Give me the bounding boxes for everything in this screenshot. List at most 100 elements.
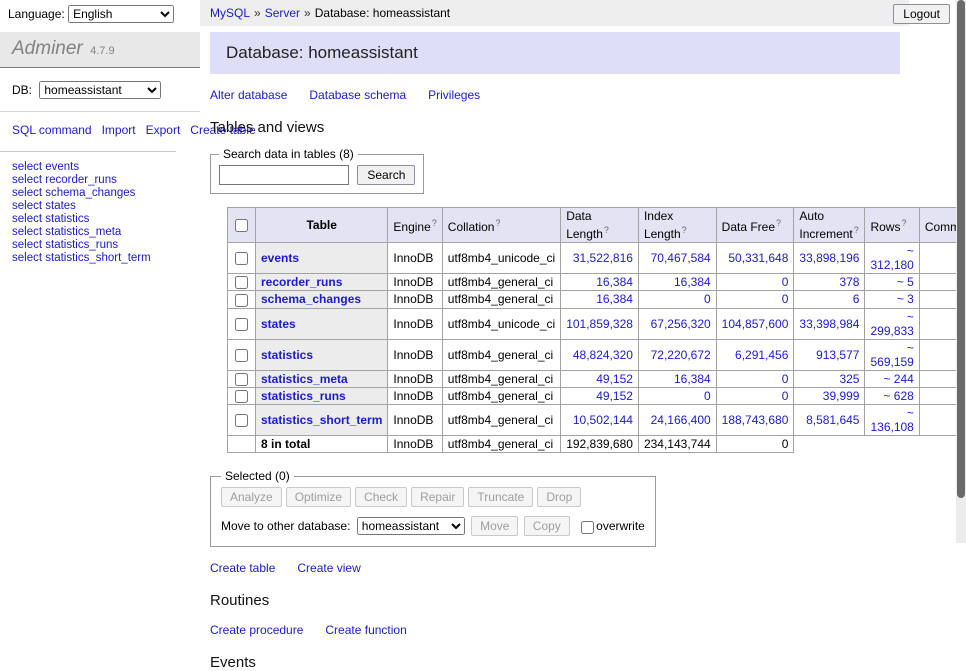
table-structure-link-statistics_meta[interactable]: statistics_meta: [261, 372, 348, 386]
select-all-checkbox[interactable]: [235, 219, 248, 232]
select-link-states[interactable]: select: [12, 200, 42, 212]
overwrite-checkbox[interactable]: [581, 521, 594, 534]
rows-link[interactable]: ~ 299,833: [870, 310, 913, 338]
rows-link[interactable]: ~ 136,108: [870, 406, 913, 434]
rows-link[interactable]: ~ 312,180: [870, 244, 913, 272]
index-length-link[interactable]: 70,467,584: [651, 251, 711, 265]
row-checkbox-schema_changes[interactable]: [235, 294, 248, 307]
help-icon[interactable]: ?: [854, 225, 859, 235]
select-link-statistics[interactable]: select: [12, 213, 42, 225]
table-structure-link-schema_changes[interactable]: schema_changes: [261, 292, 361, 306]
data-length-link[interactable]: 31,522,816: [573, 251, 633, 265]
routine-create-function[interactable]: Create function: [325, 623, 406, 637]
table-link-statistics_meta[interactable]: statistics_meta: [45, 226, 121, 238]
index-length-link[interactable]: 0: [704, 389, 711, 403]
row-checkbox-statistics_meta[interactable]: [235, 373, 248, 386]
table-structure-link-recorder_runs[interactable]: recorder_runs: [261, 275, 342, 289]
db-select[interactable]: homeassistant: [39, 81, 161, 99]
create-create-table[interactable]: Create table: [210, 561, 275, 575]
table-structure-link-statistics_short_term[interactable]: statistics_short_term: [261, 413, 382, 427]
scrollbar-thumb[interactable]: [957, 0, 965, 498]
db-nav-database-schema[interactable]: Database schema: [309, 88, 406, 102]
language-select[interactable]: English: [68, 5, 174, 23]
row-checkbox-statistics_short_term[interactable]: [235, 414, 248, 427]
data-free-link[interactable]: 104,857,600: [722, 317, 789, 331]
truncate-button[interactable]: Truncate: [468, 487, 533, 507]
table-structure-link-statistics_runs[interactable]: statistics_runs: [261, 389, 346, 403]
copy-button[interactable]: Copy: [524, 516, 570, 536]
auto-increment-link[interactable]: 33,398,984: [799, 317, 859, 331]
table-link-statistics_runs[interactable]: statistics_runs: [45, 239, 118, 251]
help-icon[interactable]: ?: [776, 218, 781, 228]
table-link-schema_changes[interactable]: schema_changes: [45, 187, 135, 199]
select-link-recorder_runs[interactable]: select: [12, 174, 42, 186]
index-length-link[interactable]: 67,256,320: [651, 317, 711, 331]
auto-increment-link[interactable]: 378: [839, 275, 859, 289]
logout-button[interactable]: Logout: [893, 4, 950, 24]
select-link-statistics_short_term[interactable]: select: [12, 252, 42, 264]
row-checkbox-statistics_runs[interactable]: [235, 390, 248, 403]
select-link-statistics_meta[interactable]: select: [12, 226, 42, 238]
rows-link[interactable]: ~ 244: [883, 372, 913, 386]
db-nav-alter-database[interactable]: Alter database: [210, 88, 287, 102]
optimize-button[interactable]: Optimize: [286, 487, 351, 507]
data-free-link[interactable]: 188,743,680: [722, 413, 789, 427]
data-free-link[interactable]: 50,331,648: [728, 251, 788, 265]
table-link-recorder_runs[interactable]: recorder_runs: [45, 174, 117, 186]
index-length-link[interactable]: 16,384: [674, 372, 711, 386]
routine-create-procedure[interactable]: Create procedure: [210, 623, 303, 637]
table-link-statistics_short_term[interactable]: statistics_short_term: [45, 252, 150, 264]
row-checkbox-recorder_runs[interactable]: [235, 276, 248, 289]
auto-increment-link[interactable]: 39,999: [823, 389, 860, 403]
breadcrumb-link-mysql[interactable]: MySQL: [210, 6, 250, 20]
index-length-link[interactable]: 72,220,672: [651, 348, 711, 362]
auto-increment-link[interactable]: 6: [853, 292, 860, 306]
data-length-link[interactable]: 101,859,328: [566, 317, 633, 331]
repair-button[interactable]: Repair: [411, 487, 464, 507]
table-structure-link-statistics[interactable]: statistics: [261, 348, 313, 362]
search-input[interactable]: [219, 165, 349, 185]
db-nav-privileges[interactable]: Privileges: [428, 88, 480, 102]
scrollbar[interactable]: [956, 0, 966, 543]
auto-increment-link[interactable]: 913,577: [816, 348, 859, 362]
create-create-view[interactable]: Create view: [297, 561, 360, 575]
data-length-link[interactable]: 16,384: [596, 275, 633, 289]
data-free-link[interactable]: 6,291,456: [735, 348, 788, 362]
table-link-events[interactable]: events: [45, 161, 79, 173]
data-length-link[interactable]: 49,152: [596, 389, 633, 403]
help-icon[interactable]: ?: [495, 218, 500, 228]
data-length-link[interactable]: 16,384: [596, 292, 633, 306]
sidebar-action-export[interactable]: Export: [146, 123, 181, 137]
row-checkbox-statistics[interactable]: [235, 349, 248, 362]
table-link-states[interactable]: states: [45, 200, 76, 212]
search-button[interactable]: Search: [357, 165, 415, 185]
row-checkbox-states[interactable]: [235, 318, 248, 331]
index-length-link[interactable]: 0: [704, 292, 711, 306]
rows-link[interactable]: ~ 628: [883, 389, 913, 403]
drop-button[interactable]: Drop: [537, 487, 581, 507]
auto-increment-link[interactable]: 8,581,645: [806, 413, 859, 427]
help-icon[interactable]: ?: [901, 218, 906, 228]
data-free-link[interactable]: 0: [782, 389, 789, 403]
auto-increment-link[interactable]: 325: [839, 372, 859, 386]
data-free-link[interactable]: 0: [782, 292, 789, 306]
analyze-button[interactable]: Analyze: [221, 487, 282, 507]
breadcrumb-link-server[interactable]: Server: [265, 6, 300, 20]
data-length-link[interactable]: 10,502,144: [573, 413, 633, 427]
select-link-events[interactable]: select: [12, 161, 42, 173]
rows-link[interactable]: ~ 569,159: [870, 341, 913, 369]
rows-link[interactable]: ~ 5: [897, 275, 914, 289]
row-checkbox-events[interactable]: [235, 252, 248, 265]
data-free-link[interactable]: 0: [782, 275, 789, 289]
data-free-link[interactable]: 0: [782, 372, 789, 386]
move-db-select[interactable]: homeassistant: [357, 517, 465, 535]
help-icon[interactable]: ?: [604, 225, 609, 235]
table-link-statistics[interactable]: statistics: [45, 213, 89, 225]
overwrite-option[interactable]: overwrite: [579, 519, 645, 533]
help-icon[interactable]: ?: [432, 218, 437, 228]
move-button[interactable]: Move: [471, 516, 518, 536]
data-length-link[interactable]: 48,824,320: [573, 348, 633, 362]
check-button[interactable]: Check: [355, 487, 407, 507]
select-link-statistics_runs[interactable]: select: [12, 239, 42, 251]
index-length-link[interactable]: 24,166,400: [651, 413, 711, 427]
